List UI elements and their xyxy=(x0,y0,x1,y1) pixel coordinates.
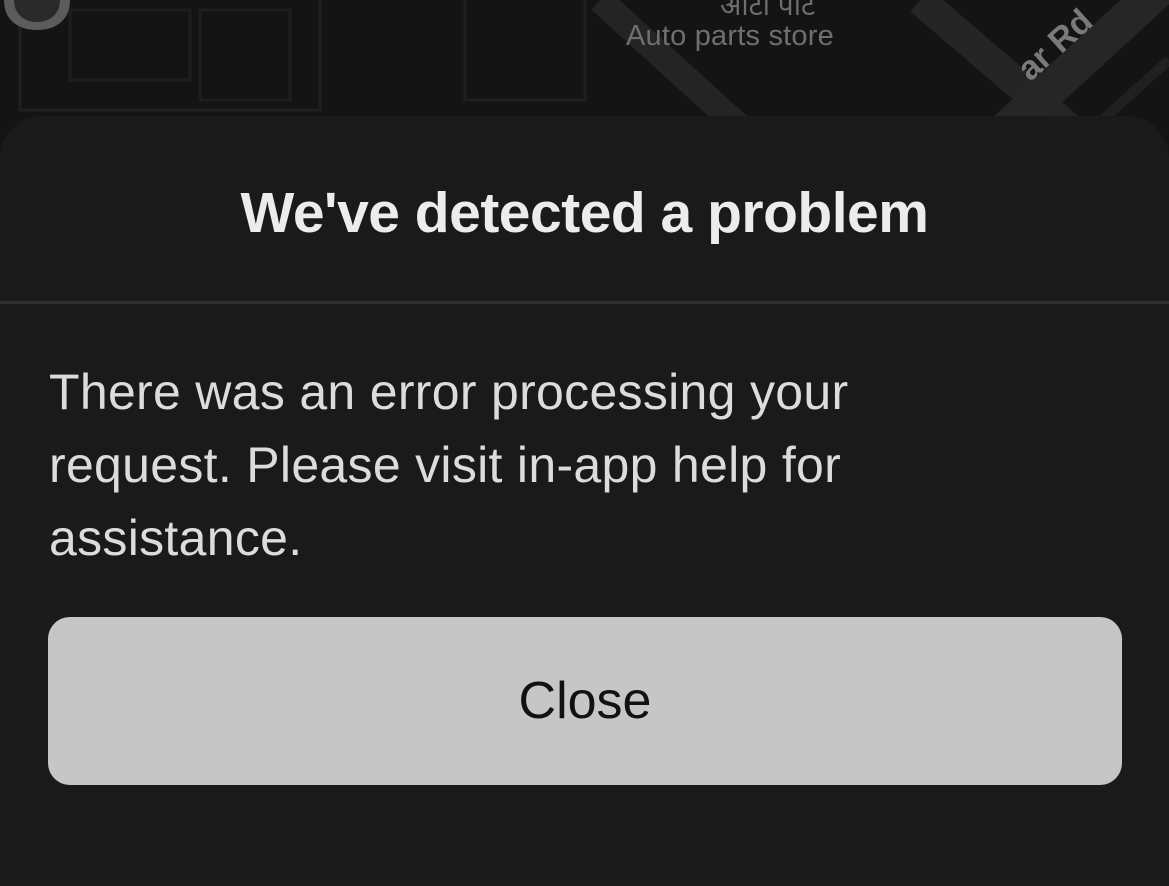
close-button[interactable]: Close xyxy=(48,617,1122,785)
screen: ऑटो पार्ट Auto parts store ar Rd We've d… xyxy=(0,0,1169,886)
dialog-message: There was an error processing your reque… xyxy=(49,364,849,566)
close-button-label: Close xyxy=(518,672,652,730)
divider xyxy=(0,301,1169,304)
map-pin-icon[interactable] xyxy=(0,0,74,58)
dialog-title: We've detected a problem xyxy=(240,181,929,245)
poi-label[interactable]: Auto parts store xyxy=(626,20,834,53)
